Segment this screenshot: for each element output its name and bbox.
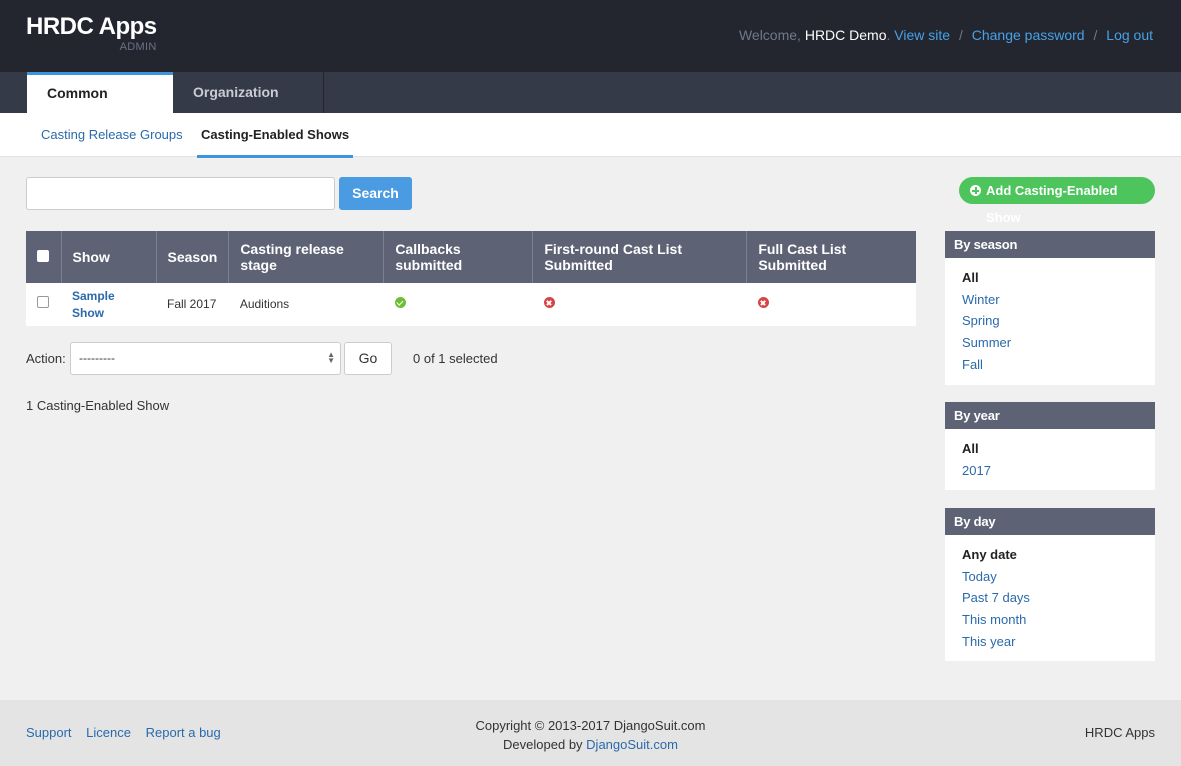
tab-organization-data[interactable]: Organization Data [173,72,324,140]
table-row: Sample Show Fall 2017 Auditions [26,283,916,326]
brand-title[interactable]: HRDC Apps [26,12,157,42]
filter-option-summer[interactable]: Summer [962,335,1011,350]
filter-by-season: By season All Winter Spring Summer Fall [945,231,1155,385]
selected-count: 0 of 1 selected [413,351,498,366]
sub-nav: Casting Release Groups Casting-Enabled S… [0,113,1181,158]
action-select[interactable]: --------- ▲ ▼ [70,342,341,375]
footer-app-name: HRDC Apps [1084,725,1155,740]
user-tools: Welcome, HRDC Demo. View site / Change p… [739,27,1153,43]
filter-option: Spring [962,310,1155,332]
callbacks-cell [384,283,533,326]
brand-subtitle: ADMIN [119,41,157,53]
filter-option: 2017 [962,460,1155,482]
welcome-text: Welcome, [738,27,801,43]
table-header-row: Show Season Casting release stage Callba… [26,231,916,283]
filter-option: Past 7 days [962,587,1155,609]
username-dot: . [886,27,891,43]
subnav-casting-release-groups[interactable]: Casting Release Groups [41,113,183,157]
row-select-cell [26,283,61,326]
filter-option-spring[interactable]: Spring [962,313,1000,328]
filter-option-past-7-days[interactable]: Past 7 days [962,590,1030,605]
filter-option: Summer [962,332,1155,354]
stage-cell: Auditions [239,297,290,311]
action-select-value: --------- [79,351,115,365]
first-round-cell [533,283,747,326]
developed-by-text: Developed by [503,737,583,752]
column-header-callbacks-submitted[interactable]: Callbacks submitted [383,231,533,283]
row-checkbox[interactable] [37,296,49,308]
column-header-season[interactable]: Season [155,231,229,283]
check-circle-icon [394,297,406,308]
view-site-link[interactable]: View site [894,27,950,43]
plus-circle-icon [970,185,981,196]
djangosuit-link[interactable]: DjangoSuit.com [586,737,678,752]
filter-title: By season [945,231,1155,258]
filter-option-winter[interactable]: Winter [962,292,1000,307]
developed-by-line: Developed by DjangoSuit.com [0,735,1181,754]
filter-option-all[interactable]: All [962,267,1155,289]
filter-by-year: By year All 2017 [945,402,1155,490]
add-casting-enabled-show-button[interactable]: Add Casting-Enabled Show [959,177,1155,225]
filter-option-today[interactable]: Today [962,569,997,584]
filter-option: Fall [962,354,1155,376]
show-cell: Sample Show [61,283,156,326]
action-label: Action: [26,351,66,366]
x-circle-icon [757,297,769,308]
change-password-link[interactable]: Change password [972,27,1085,43]
filter-option-this-year[interactable]: This year [962,634,1015,649]
tab-common-casting[interactable]: Common Casting [27,72,173,137]
select-arrows-icon: ▲ ▼ [327,350,335,365]
subnav-casting-enabled-shows[interactable]: Casting-Enabled Shows [197,113,354,158]
full-cast-cell [747,283,916,326]
filter-option: This month [962,609,1155,631]
footer: Support Licence Report a bug Copyright ©… [0,700,1181,766]
column-header-full-cast-list[interactable]: Full Cast List Submitted [746,231,916,283]
show-link[interactable]: Sample Show [72,289,115,320]
filter-by-day: By day Any date Today Past 7 days This m… [945,508,1155,661]
add-button-label: Add Casting-Enabled Show [986,183,1118,225]
filter-option-this-month[interactable]: This month [962,612,1026,627]
log-out-link[interactable]: Log out [1106,27,1153,43]
select-all-header [26,231,61,283]
filter-option: Winter [962,289,1155,311]
footer-copyright: Copyright © 2013-2017 DjangoSuit.com Dev… [0,716,1181,754]
filter-option-all[interactable]: All [962,438,1155,460]
brand[interactable]: HRDC Apps ADMIN [26,12,157,53]
separator: / [958,27,963,43]
go-button[interactable]: Go [344,342,392,375]
season-cell: Fall 2017 [167,297,217,311]
column-header-first-round-cast-list[interactable]: First-round Cast List Submitted [532,231,747,283]
filter-option: Today [962,566,1155,588]
x-circle-icon [543,297,555,308]
search-input[interactable] [26,177,335,210]
filter-title: By year [945,402,1155,429]
select-all-checkbox[interactable] [37,250,49,262]
separator: / [1093,27,1098,43]
app-header: HRDC Apps ADMIN Welcome, HRDC Demo. View… [0,0,1181,72]
filter-title: By day [945,508,1155,535]
result-count: 1 Casting-Enabled Show [26,398,170,413]
search-button[interactable]: Search [339,177,412,210]
column-header-show[interactable]: Show [60,231,156,283]
filter-option: This year [962,631,1155,653]
filter-option-any-date[interactable]: Any date [962,544,1155,566]
username: HRDC Demo [804,27,887,43]
filter-option-2017[interactable]: 2017 [962,463,991,478]
column-header-casting-release-stage[interactable]: Casting release stage [228,231,384,283]
copyright-text: Copyright © 2013-2017 DjangoSuit.com [475,718,706,733]
top-nav: Common Casting Organization Data [0,72,1181,140]
results-table: Show Season Casting release stage Callba… [26,231,916,326]
filter-option-fall[interactable]: Fall [962,357,983,372]
